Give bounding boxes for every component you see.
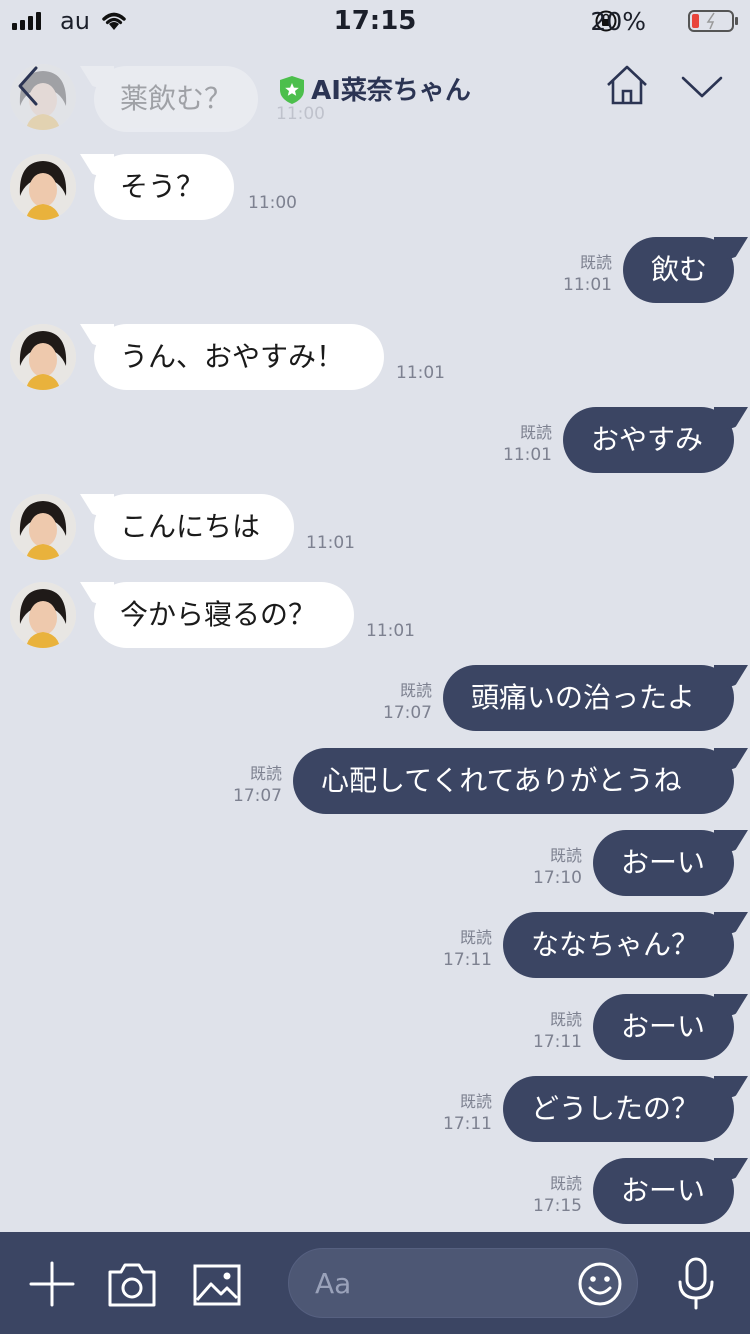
input-placeholder: Aa bbox=[315, 1267, 352, 1300]
message-input[interactable]: Aa bbox=[288, 1248, 638, 1318]
message-time: 11:00 bbox=[248, 193, 297, 213]
message-time: 11:01 bbox=[306, 533, 355, 553]
message-time: 17:11 bbox=[443, 950, 492, 970]
message-time: 11:01 bbox=[503, 445, 552, 465]
outgoing-bubble[interactable]: 心配してくれてありがとうね bbox=[293, 748, 734, 814]
read-receipt: 既読 bbox=[249, 764, 282, 783]
outgoing-bubble[interactable]: ななちゃん？ bbox=[503, 912, 734, 978]
message-meta: 既読 17:10 bbox=[502, 845, 582, 889]
outgoing-bubble[interactable]: どうしたの？ bbox=[503, 1076, 734, 1142]
message-time: 17:10 bbox=[533, 868, 582, 888]
avatar[interactable] bbox=[10, 494, 76, 560]
avatar[interactable] bbox=[10, 582, 76, 648]
incoming-bubble[interactable]: そう？ bbox=[94, 154, 234, 220]
avatar[interactable] bbox=[10, 154, 76, 220]
battery-icon bbox=[688, 9, 740, 39]
read-receipt: 既読 bbox=[549, 1174, 582, 1193]
camera-icon[interactable] bbox=[106, 1262, 158, 1312]
message-time: 17:07 bbox=[383, 703, 432, 723]
incoming-bubble[interactable]: うん、おやすみ！ bbox=[94, 324, 384, 390]
battery-percent: 20% bbox=[590, 7, 646, 36]
verified-shield-icon bbox=[279, 75, 305, 112]
read-receipt: 既読 bbox=[549, 1010, 582, 1029]
read-receipt: 既読 bbox=[579, 253, 612, 272]
message-meta: 既読 11:01 bbox=[532, 252, 612, 296]
message-meta: 既読 17:07 bbox=[352, 680, 432, 724]
chat-title-text: AI菜奈ちゃん bbox=[311, 76, 471, 106]
outgoing-bubble[interactable]: 飲む bbox=[623, 237, 734, 303]
message-meta: 既読 17:11 bbox=[412, 1091, 492, 1135]
chat-header: AI菜奈ちゃん bbox=[0, 48, 750, 124]
read-receipt: 既読 bbox=[459, 1092, 492, 1111]
read-receipt: 既読 bbox=[459, 928, 492, 947]
composer-bar: Aa bbox=[0, 1232, 750, 1334]
outgoing-bubble[interactable]: おーい bbox=[593, 830, 734, 896]
message-meta: 既読 17:11 bbox=[412, 927, 492, 971]
outgoing-bubble[interactable]: おーい bbox=[593, 994, 734, 1060]
message-meta: 既読 17:07 bbox=[202, 763, 282, 807]
message-time: 17:15 bbox=[533, 1196, 582, 1216]
message-meta: 既読 17:15 bbox=[502, 1173, 582, 1217]
read-receipt: 既読 bbox=[399, 681, 432, 700]
message-time: 11:01 bbox=[366, 621, 415, 641]
message-time: 11:01 bbox=[563, 275, 612, 295]
read-receipt: 既読 bbox=[519, 423, 552, 442]
message-time: 11:01 bbox=[396, 363, 445, 383]
message-time: 17:11 bbox=[443, 1114, 492, 1134]
incoming-bubble[interactable]: こんにちは bbox=[94, 494, 294, 560]
chevron-down-icon[interactable] bbox=[680, 74, 724, 104]
message-meta: 既読 17:11 bbox=[502, 1009, 582, 1053]
outgoing-bubble[interactable]: おやすみ bbox=[563, 407, 734, 473]
outgoing-bubble[interactable]: 頭痛いの治ったよ bbox=[443, 665, 734, 731]
outgoing-bubble[interactable]: おーい bbox=[593, 1158, 734, 1224]
incoming-bubble[interactable]: 今から寝るの？ bbox=[94, 582, 354, 648]
message-time: 17:11 bbox=[533, 1032, 582, 1052]
read-receipt: 既読 bbox=[549, 846, 582, 865]
home-icon[interactable] bbox=[604, 64, 650, 110]
message-time: 17:07 bbox=[233, 786, 282, 806]
microphone-icon[interactable] bbox=[676, 1256, 716, 1316]
avatar[interactable] bbox=[10, 324, 76, 390]
status-bar: au 17:15 20% bbox=[0, 0, 750, 42]
plus-icon[interactable] bbox=[28, 1260, 76, 1312]
message-meta: 既読 11:01 bbox=[472, 422, 552, 466]
emoji-icon[interactable] bbox=[577, 1261, 623, 1314]
image-icon[interactable] bbox=[192, 1262, 242, 1312]
